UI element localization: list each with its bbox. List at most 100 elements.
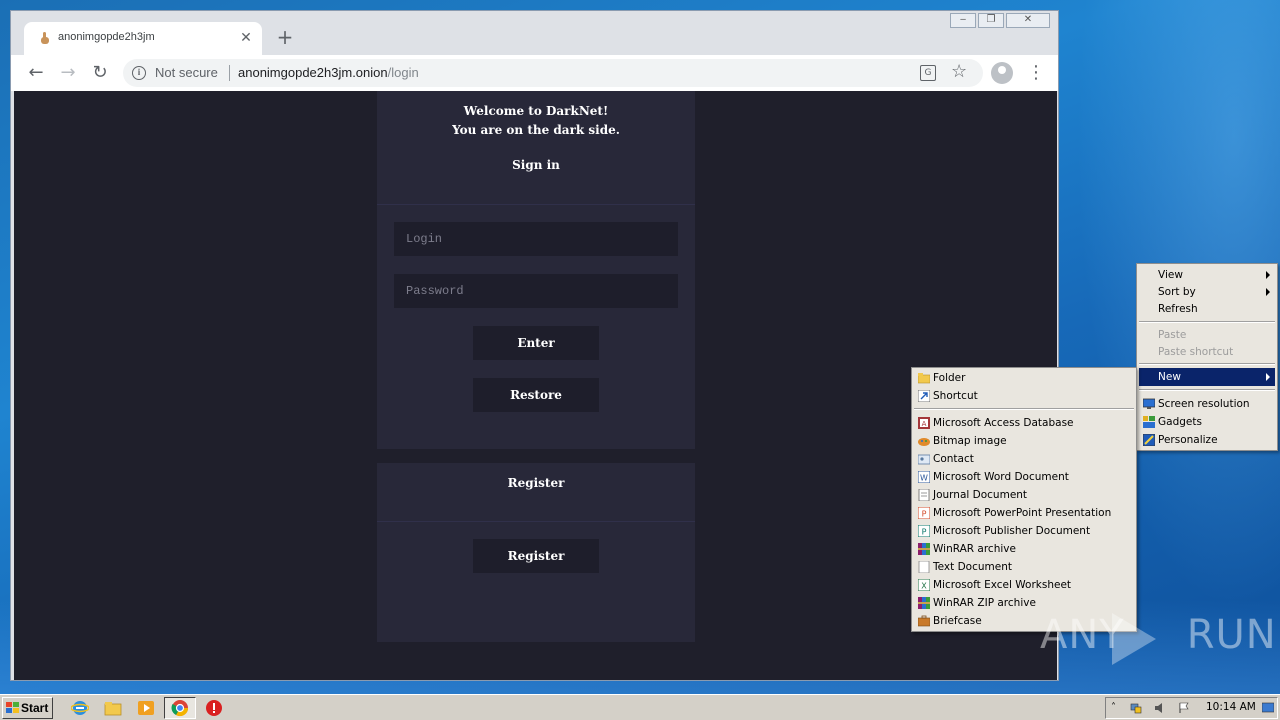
address-bar[interactable]: i Not secure anonimgopde2h3jm.onion/logi… bbox=[123, 59, 983, 87]
menu-item-label: WinRAR ZIP archive bbox=[933, 597, 1036, 609]
menu-item-screen-resolution[interactable]: Screen resolution bbox=[1139, 395, 1275, 413]
new-item-access-database[interactable]: A Microsoft Access Database bbox=[914, 414, 1134, 432]
media-player-icon[interactable] bbox=[137, 699, 155, 717]
publisher-icon: P bbox=[918, 525, 930, 537]
powerpoint-icon: P bbox=[918, 507, 930, 519]
shortcut-icon bbox=[918, 390, 930, 402]
taskbar-clock[interactable]: 10:14 AM bbox=[1206, 701, 1256, 713]
network-icon[interactable] bbox=[1130, 702, 1142, 714]
new-tab-button[interactable]: + bbox=[273, 25, 297, 49]
volume-icon[interactable] bbox=[1154, 702, 1166, 714]
menu-item-new[interactable]: New bbox=[1139, 368, 1275, 386]
svg-text:P: P bbox=[922, 528, 927, 537]
welcome-line-1: Welcome to DarkNet! bbox=[463, 104, 609, 118]
start-label: Start bbox=[21, 701, 49, 715]
enter-button[interactable]: Enter bbox=[473, 326, 599, 360]
action-center-flag-icon[interactable] bbox=[1178, 702, 1190, 714]
personalize-icon bbox=[1143, 434, 1155, 446]
panel-divider bbox=[377, 521, 695, 522]
forward-arrow-icon[interactable]: → bbox=[55, 60, 81, 86]
new-item-winrar-zip-archive[interactable]: WinRAR ZIP archive bbox=[914, 594, 1134, 612]
gadgets-icon bbox=[1143, 416, 1155, 428]
close-window-button[interactable]: ✕ bbox=[1006, 13, 1050, 28]
file-explorer-icon[interactable] bbox=[104, 699, 122, 717]
reload-icon[interactable]: ↻ bbox=[87, 60, 113, 86]
register-button[interactable]: Register bbox=[473, 539, 599, 573]
security-label[interactable]: Not secure bbox=[155, 65, 218, 80]
translate-icon[interactable]: G bbox=[920, 65, 936, 81]
start-button[interactable]: Start bbox=[2, 697, 53, 719]
windows-logo-icon bbox=[6, 702, 19, 713]
new-item-contact[interactable]: Contact bbox=[914, 450, 1134, 468]
new-item-journal-document[interactable]: Journal Document bbox=[914, 486, 1134, 504]
menu-item-sort-by[interactable]: Sort by bbox=[1139, 283, 1275, 301]
new-item-publisher-document[interactable]: P Microsoft Publisher Document bbox=[914, 522, 1134, 540]
paint-icon bbox=[918, 438, 930, 446]
menu-item-view[interactable]: View bbox=[1139, 266, 1275, 284]
menu-item-label: View bbox=[1158, 269, 1183, 281]
svg-text:W: W bbox=[920, 474, 928, 483]
new-item-shortcut[interactable]: Shortcut bbox=[914, 387, 1134, 405]
minimize-button[interactable]: ‒ bbox=[950, 13, 976, 28]
menu-item-refresh[interactable]: Refresh bbox=[1139, 300, 1275, 318]
chrome-taskbar-button[interactable] bbox=[164, 697, 196, 719]
tab-close-icon[interactable]: ✕ bbox=[236, 28, 256, 48]
menu-item-personalize[interactable]: Personalize bbox=[1139, 431, 1275, 449]
access-icon: A bbox=[918, 417, 930, 429]
menu-item-paste-shortcut[interactable]: Paste shortcut bbox=[1139, 343, 1275, 361]
menu-item-label: Microsoft Publisher Document bbox=[933, 525, 1091, 537]
svg-text:X: X bbox=[921, 582, 927, 591]
new-item-text-document[interactable]: Text Document bbox=[914, 558, 1134, 576]
stop-sign-icon[interactable] bbox=[205, 699, 223, 717]
login-input[interactable]: Login bbox=[394, 222, 678, 256]
menu-item-label: Microsoft PowerPoint Presentation bbox=[933, 507, 1112, 519]
menu-item-label: Folder bbox=[933, 372, 966, 384]
watermark-right: RUN bbox=[1186, 612, 1277, 658]
kebab-menu-icon[interactable]: ⋮ bbox=[1027, 60, 1045, 86]
anyrun-watermark: ANY RUN bbox=[1040, 612, 1277, 658]
word-icon: W bbox=[918, 471, 930, 483]
tab-strip: anonimgopde2h3jm ✕ + ‒ ❐ ✕ bbox=[11, 11, 1058, 55]
desktop-context-menu: View Sort by Refresh Paste Paste shortcu… bbox=[1136, 263, 1278, 451]
svg-text:P: P bbox=[922, 510, 927, 519]
show-desktop-icon[interactable] bbox=[1262, 702, 1274, 714]
browser-tab[interactable]: anonimgopde2h3jm ✕ bbox=[24, 22, 262, 55]
new-item-excel-worksheet[interactable]: X Microsoft Excel Worksheet bbox=[914, 576, 1134, 594]
chrome-icon bbox=[171, 700, 189, 717]
welcome-line-2: You are on the dark side. bbox=[452, 123, 620, 137]
new-item-powerpoint-presentation[interactable]: P Microsoft PowerPoint Presentation bbox=[914, 504, 1134, 522]
menu-item-label: Microsoft Excel Worksheet bbox=[933, 579, 1072, 591]
new-item-bitmap-image[interactable]: Bitmap image bbox=[914, 432, 1134, 450]
submenu-arrow-icon bbox=[1266, 288, 1270, 296]
menu-separator bbox=[914, 408, 1134, 410]
watermark-left: ANY bbox=[1040, 612, 1125, 658]
browser-toolbar: ← → ↻ i Not secure anonimgopde2h3jm.onio… bbox=[11, 55, 1058, 91]
briefcase-icon bbox=[918, 615, 930, 627]
password-input[interactable]: Password bbox=[394, 274, 678, 308]
maximize-button[interactable]: ❐ bbox=[978, 13, 1004, 28]
svg-text:A: A bbox=[922, 420, 927, 428]
monitor-icon bbox=[1143, 398, 1155, 409]
menu-separator bbox=[1139, 321, 1275, 323]
profile-avatar-icon[interactable] bbox=[991, 62, 1013, 84]
new-item-folder[interactable]: Folder bbox=[914, 369, 1134, 387]
submenu-arrow-icon bbox=[1266, 373, 1270, 381]
tray-expand-icon[interactable]: ˄ bbox=[1111, 702, 1123, 714]
menu-item-paste[interactable]: Paste bbox=[1139, 326, 1275, 344]
menu-item-gadgets[interactable]: Gadgets bbox=[1139, 413, 1275, 431]
restore-button[interactable]: Restore bbox=[473, 378, 599, 412]
menu-item-label: Paste bbox=[1158, 329, 1187, 341]
bookmark-star-icon[interactable]: ☆ bbox=[951, 61, 967, 82]
url-text[interactable]: anonimgopde2h3jm.onion/login bbox=[238, 65, 419, 80]
internet-explorer-icon[interactable] bbox=[71, 699, 89, 717]
winrar-icon bbox=[918, 543, 930, 555]
signin-heading: Sign in bbox=[512, 158, 560, 172]
new-item-word-document[interactable]: W Microsoft Word Document bbox=[914, 468, 1134, 486]
info-icon[interactable]: i bbox=[132, 66, 146, 80]
menu-item-label: Briefcase bbox=[933, 615, 982, 627]
new-item-winrar-archive[interactable]: WinRAR archive bbox=[914, 540, 1134, 558]
signin-panel: Welcome to DarkNet! You are on the dark … bbox=[377, 91, 695, 449]
browser-window: anonimgopde2h3jm ✕ + ‒ ❐ ✕ ← → ↻ i Not s… bbox=[10, 10, 1059, 681]
winrar-zip-icon bbox=[918, 597, 930, 609]
back-arrow-icon[interactable]: ← bbox=[23, 60, 49, 86]
